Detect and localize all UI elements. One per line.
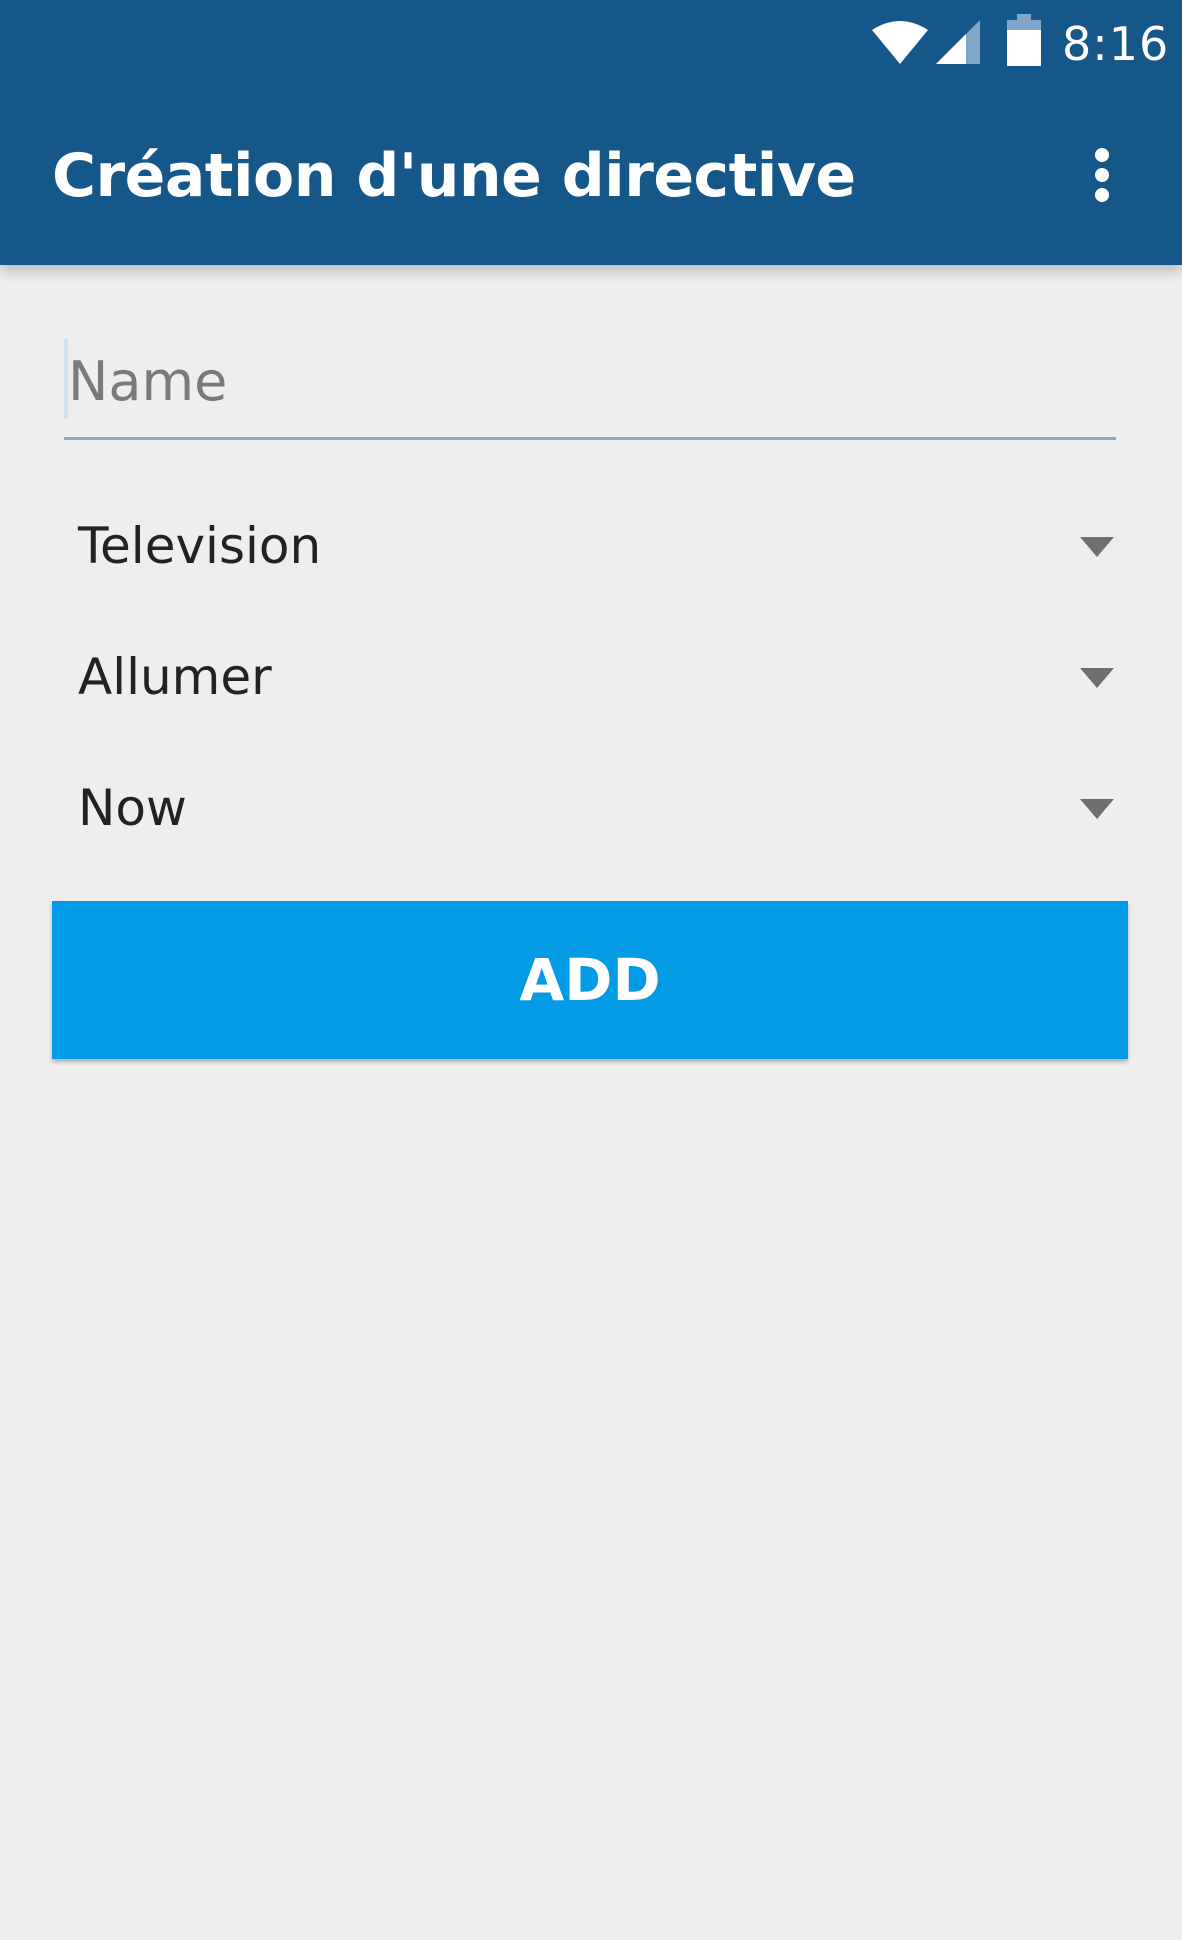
time-spinner[interactable]: Now <box>52 755 1132 865</box>
form-container: Television Allumer Now ADD <box>0 265 1182 1940</box>
more-vert-icon[interactable] <box>1080 140 1124 210</box>
name-input[interactable] <box>64 325 1116 437</box>
device-spinner-value: Television <box>78 517 322 575</box>
wifi-icon <box>872 21 928 64</box>
action-spinner-value: Allumer <box>78 648 272 706</box>
signal-icon <box>936 20 980 64</box>
dropdown-arrow-icon <box>1080 537 1114 557</box>
page-title: Création d'une directive <box>52 141 856 211</box>
time-spinner-value: Now <box>78 779 187 837</box>
dropdown-arrow-icon <box>1080 799 1114 819</box>
text-cursor <box>64 339 68 419</box>
add-button[interactable]: ADD <box>52 901 1128 1059</box>
app-bar: 8:16 Création d'une directive <box>0 0 1182 265</box>
battery-icon <box>1007 14 1041 66</box>
action-spinner[interactable]: Allumer <box>52 624 1132 734</box>
device-spinner[interactable]: Television <box>52 493 1132 603</box>
status-bar: 8:16 <box>0 0 1182 88</box>
name-field[interactable] <box>64 325 1116 440</box>
status-time: 8:16 <box>1062 17 1170 71</box>
dropdown-arrow-icon <box>1080 668 1114 688</box>
